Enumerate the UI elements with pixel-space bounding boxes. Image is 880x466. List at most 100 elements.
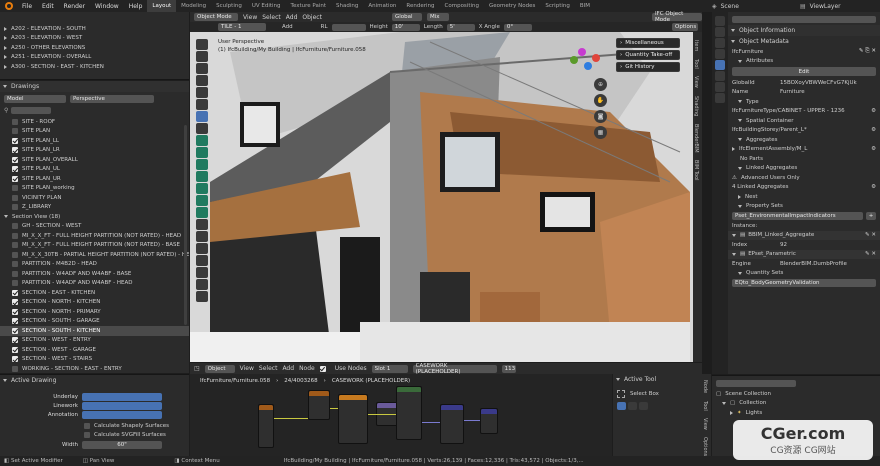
zoom-icon[interactable]: ⊕ [594, 78, 607, 91]
options-dropdown[interactable]: Options [672, 23, 698, 31]
slab-tool-icon[interactable] [196, 147, 208, 158]
axis-gizmo[interactable] [568, 46, 604, 76]
tab-scripting[interactable]: Scripting [540, 0, 574, 12]
drawing-checkbox[interactable] [12, 118, 18, 125]
tile-select[interactable]: TILE - 1 [218, 23, 266, 31]
xangle-field[interactable]: 0° [503, 23, 532, 31]
cursor-tool-icon[interactable] [196, 51, 208, 62]
tab-node[interactable]: Node [702, 380, 708, 393]
drawing-checkbox[interactable] [12, 147, 18, 154]
drawing-list-item[interactable]: SITE PLAN_OVERALL [0, 155, 189, 165]
list-item[interactable]: A202 - ELEVATION - SOUTH [0, 24, 189, 34]
list-item[interactable]: A203 - ELEVATION - WEST [0, 34, 189, 44]
quantity-takeoff-button[interactable]: › Quantity Take-off [616, 50, 680, 60]
miscellaneous-button[interactable]: › Miscellaneous [616, 38, 680, 48]
viewport-menu-object[interactable]: Object [302, 14, 322, 21]
attributes-header[interactable]: Attributes [728, 57, 880, 67]
node-type-select[interactable]: Object [204, 364, 235, 373]
tab-bim[interactable]: BIM [575, 0, 595, 12]
drawing-list-item[interactable]: PARTITION - M4B2D - HEAD [0, 260, 189, 270]
drawing-target-select[interactable]: Model [4, 95, 66, 103]
orientation-select[interactable]: Global [391, 13, 422, 21]
drawing-checkbox[interactable] [12, 223, 18, 230]
aggregates-header[interactable]: Aggregates [728, 135, 880, 145]
drawing-list-item[interactable]: SITE PLAN_UR [0, 174, 189, 184]
add-label[interactable]: Add [282, 24, 293, 30]
drawing-list-item[interactable]: PARTITION - W4ADF AND W4ABF - BASE [0, 269, 189, 279]
tab-shading[interactable]: Shading [693, 96, 699, 116]
menu-render[interactable]: Render [59, 3, 90, 10]
drawing-checkbox[interactable] [12, 261, 18, 268]
scale-tool-icon[interactable] [196, 87, 208, 98]
tab-geometry-nodes[interactable]: Geometry Nodes [484, 0, 540, 12]
tool-props-icon[interactable] [715, 16, 725, 26]
quantity-sets-header[interactable]: Quantity Sets [728, 269, 880, 279]
grid-tool-icon[interactable] [196, 255, 208, 266]
drawing-list-item[interactable]: SECTION - SOUTH - KITCHEN [0, 326, 189, 336]
scene-selector[interactable]: ◈ Scene [712, 3, 800, 10]
node-box[interactable] [308, 390, 330, 420]
drawing-checkbox[interactable] [12, 204, 18, 211]
drawing-checkbox[interactable] [12, 308, 18, 315]
door-tool-icon[interactable] [196, 159, 208, 170]
pipe-tool-icon[interactable] [196, 279, 208, 290]
ortho-grid-icon[interactable]: ▦ [594, 126, 607, 139]
mode-new-icon[interactable] [617, 401, 626, 410]
pan-hand-icon[interactable]: ✋ [594, 94, 607, 107]
view-layer-selector[interactable]: ▤ ViewLayer [800, 3, 880, 10]
drawing-list-item[interactable]: Z_LIBRARY [0, 203, 189, 213]
tab-view[interactable]: View [693, 76, 699, 88]
drawing-checkbox[interactable] [12, 318, 18, 325]
drawing-checkbox[interactable] [12, 337, 18, 344]
drawing-list-item[interactable]: SECTION - NORTH - PRIMARY [0, 307, 189, 317]
menu-help[interactable]: Help [124, 3, 148, 10]
tab-node-view[interactable]: View [702, 418, 708, 430]
properties-search-input[interactable] [732, 16, 876, 23]
linework-toggle[interactable] [82, 401, 162, 410]
spatial-edit-icon[interactable]: ⚙ [871, 127, 876, 133]
select-tool-icon[interactable] [196, 39, 208, 50]
drawing-list-item[interactable]: SECTION - WEST - GARAGE [0, 345, 189, 355]
lights-row[interactable]: ✦ Lights [712, 408, 880, 418]
breadcrumb-id[interactable]: 24/4003268 [284, 378, 317, 384]
drawing-list-item[interactable]: VICINITY PLAN [0, 193, 189, 203]
drawing-list-item[interactable]: SITE PLAN_UL [0, 165, 189, 175]
measure-tool-icon[interactable] [196, 123, 208, 134]
active-tool-header[interactable]: Active Tool [613, 374, 702, 385]
spatial-header[interactable]: Spatial Container [728, 116, 880, 126]
drawing-checkbox[interactable] [12, 175, 18, 182]
drawing-list-item[interactable]: SITE PLAN [0, 127, 189, 137]
add-pset-icon[interactable]: + [866, 212, 876, 220]
pset-select[interactable]: Pset_EnvironmentalImpactIndicators [732, 212, 863, 220]
list-item[interactable]: A300 - SECTION - EAST - KITCHEN [0, 62, 189, 72]
blender-logo-icon[interactable] [5, 2, 13, 10]
list-item[interactable]: A251 - ELEVATION - OVERALL [0, 53, 189, 63]
output-props-icon[interactable] [715, 38, 725, 48]
ifc-props-icon[interactable] [715, 93, 725, 103]
object-metadata-header[interactable]: Object Metadata [728, 36, 880, 47]
entity-actions-icon[interactable]: ✎ ⎘ ✕ [859, 48, 876, 55]
breadcrumb-object[interactable]: IfcFurniture/Furniture.058 [200, 378, 270, 384]
node-menu-view[interactable]: View [240, 365, 254, 372]
linked-aggregates-header[interactable]: Linked Aggregates [728, 164, 880, 174]
scene-props-icon[interactable] [715, 49, 725, 59]
drawing-checkbox[interactable] [12, 128, 18, 135]
drawing-checkbox[interactable] [12, 185, 18, 192]
pset2-row[interactable]: ▤ EPset_Parametric ✎ ✕ [728, 249, 880, 259]
drawing-checkbox[interactable] [12, 365, 18, 372]
menu-file[interactable]: File [17, 3, 37, 10]
viewport-3d[interactable]: User Perspective (1) IfcBuilding/My Buil… [190, 32, 702, 362]
collection-row[interactable]: ▢ Collection [712, 399, 880, 409]
node-box[interactable] [440, 404, 464, 444]
filter-icon[interactable]: ⚲ [4, 107, 8, 114]
beam-tool-icon[interactable] [196, 195, 208, 206]
slot-select[interactable]: Slot 1 [371, 364, 408, 373]
node-box[interactable] [480, 408, 498, 434]
length-field[interactable]: 5' [446, 23, 475, 31]
node-menu-node[interactable]: Node [299, 365, 315, 372]
stair-tool-icon[interactable] [196, 207, 208, 218]
drawing-list-item[interactable]: SECTION - WEST - STAIRS [0, 355, 189, 365]
type-header[interactable]: Type [728, 97, 880, 107]
aggregate-edit-icon[interactable]: ⚙ [871, 146, 876, 152]
drawing-list-item[interactable]: PARTITION - W4ADF AND W4ABF - HEAD [0, 279, 189, 289]
